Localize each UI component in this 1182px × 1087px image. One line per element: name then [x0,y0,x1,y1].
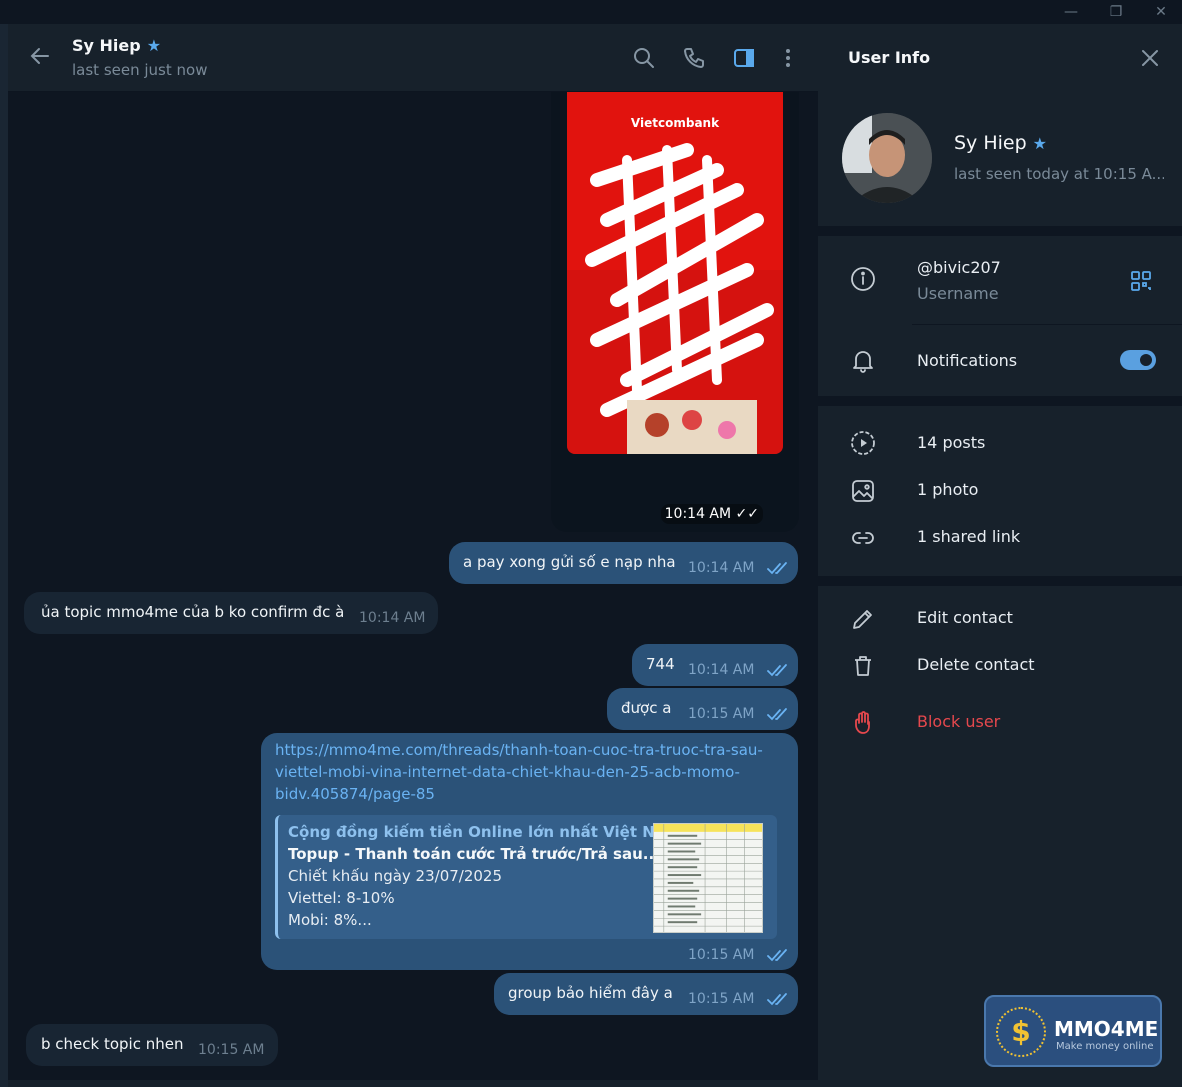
message-text: a pay xong gửi số e nạp nha [463,553,676,571]
read-checkmarks-icon [767,949,787,962]
hand-block-icon [855,711,870,734]
message-text: ủa topic mmo4me của b ko confirm đc à [41,603,345,621]
link-preview-text: Mobi: 8%... [288,911,372,929]
message-text: được a [621,699,672,717]
close-icon[interactable] [1138,46,1162,70]
block-user-button[interactable]: Block user [917,712,1000,731]
message-time: 10:15 AM [688,991,755,1007]
read-checkmarks-icon [767,664,787,677]
read-checkmarks-icon [767,562,787,575]
read-checkmarks-icon [767,708,787,721]
premium-star-icon: ★ [146,36,162,55]
profile-name: Sy Hiep ★ [954,132,1048,154]
message-bubble-outgoing[interactable]: group bảo hiểm đây a 10:15 AM [494,973,798,1015]
link-preview-text: Chiết khấu ngày 23/07/2025 [288,867,503,885]
message-time: 10:14 AM [688,662,755,678]
link-message[interactable]: https://mmo4me.com/threads/thanh-toan-cu… [261,733,798,970]
trash-icon [855,656,871,676]
minimize-icon[interactable]: — [1061,2,1081,22]
bell-icon [853,351,873,373]
notifications-toggle[interactable] [1120,350,1156,370]
logo-tagline: Make money online [1056,1041,1154,1052]
message-text: group bảo hiểm đây a [508,984,673,1002]
edit-contact-button[interactable]: Edit contact [917,608,1013,627]
message-bubble-incoming[interactable]: ủa topic mmo4me của b ko confirm đc à 10… [24,592,438,634]
message-text: b check topic nhen [41,1035,184,1053]
photo-message[interactable]: Vietcombank 10:14 AM ✓✓ [551,92,799,532]
chat-title[interactable]: Sy Hiep ★ [72,36,161,55]
photos-link[interactable]: 1 photo [917,480,978,499]
profile-status: last seen today at 10:15 A... [954,165,1164,183]
link-preview-text: Viettel: 8-10% [288,889,395,907]
message-time: 10:14 AM [688,560,755,576]
delete-contact-button[interactable]: Delete contact [917,655,1035,674]
message-bubble-outgoing[interactable]: 744 10:14 AM [632,644,798,686]
window-title-bar: — ❐ ✕ [0,0,1182,24]
message-link[interactable]: viettel-mobi-vina-internet-data-chiet-kh… [275,763,740,781]
photo-preview[interactable]: Vietcombank [567,92,783,454]
message-time: 10:15 AM [198,1042,265,1058]
watermark-logo: $ MMO4ME Make money online [984,995,1162,1067]
more-options-icon[interactable] [776,46,800,70]
left-edge [0,24,8,1087]
message-bubble-outgoing[interactable]: a pay xong gửi số e nạp nha 10:14 AM [449,542,798,584]
logo-mark: $ [996,1007,1046,1057]
section-divider [818,576,1182,586]
message-time: 10:14 AM ✓✓ [660,504,763,524]
pencil-icon [853,610,872,629]
row-divider [912,324,1182,325]
close-window-icon[interactable]: ✕ [1151,2,1171,22]
link-preview-card[interactable]: Cộng đồng kiếm tiền Online lớn nhất Việt… [275,815,777,939]
restore-icon[interactable]: ❐ [1106,2,1126,22]
message-bubble-outgoing[interactable]: được a 10:15 AM [607,688,798,730]
message-link[interactable]: https://mmo4me.com/threads/thanh-toan-cu… [275,741,763,759]
link-icon [852,532,874,544]
photo-icon [852,480,874,502]
logo-name: MMO4ME [1054,1017,1159,1041]
search-icon[interactable] [632,46,656,70]
scribble-overlay [567,143,783,454]
toggle-knob [1138,352,1154,368]
phone-call-icon[interactable] [682,46,706,70]
back-arrow-icon[interactable] [28,44,52,68]
link-preview-thumbnail [653,823,763,933]
read-checkmarks-icon [767,993,787,1006]
username-label: Username [917,284,999,303]
message-link[interactable]: bidv.405874/page-85 [275,785,435,803]
panel-title: User Info [848,48,931,67]
chat-header: Sy Hiep ★ last seen just now [8,24,818,92]
avatar[interactable] [842,113,932,203]
info-icon [851,267,875,291]
message-bubble-incoming[interactable]: b check topic nhen 10:15 AM [26,1024,278,1066]
section-divider [818,396,1182,406]
username-link[interactable]: @bivic207 [917,258,1001,277]
message-time: 10:14 AM [359,610,426,626]
message-text: 744 [646,655,675,673]
shared-links-link[interactable]: 1 shared link [917,527,1020,546]
chat-history[interactable]: Vietcombank 10:14 AM ✓✓ a pay xong gửi s… [8,92,818,1080]
link-preview-site: Cộng đồng kiếm tiền Online lớn nhất Việt… [288,823,681,841]
notifications-label: Notifications [917,351,1018,370]
sidebar-toggle-icon[interactable] [732,46,756,70]
user-info-panel: User Info Sy Hiep ★ last seen today at 10… [818,24,1182,1087]
section-divider [818,226,1182,236]
posts-link[interactable]: 14 posts [917,433,985,452]
stories-icon [851,431,875,455]
premium-star-icon: ★ [1032,134,1048,153]
qr-code-icon[interactable] [1130,270,1152,292]
message-time: 10:15 AM [688,947,755,963]
chat-status: last seen just now [72,61,208,79]
link-preview-title: Topup - Thanh toán cước Trả trước/Trả sa… [288,845,660,863]
message-time: 10:15 AM [688,706,755,722]
